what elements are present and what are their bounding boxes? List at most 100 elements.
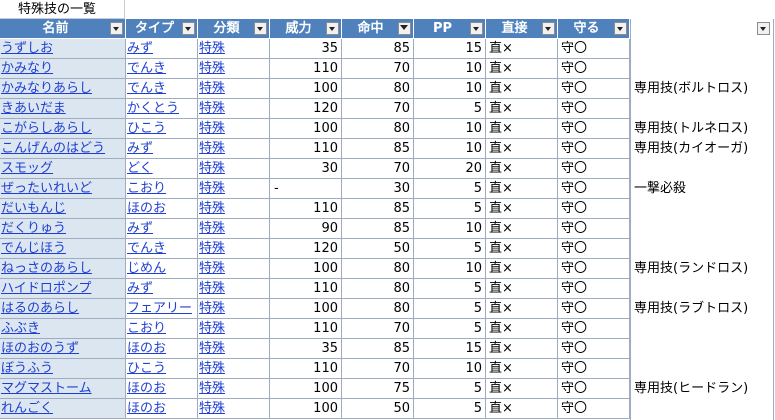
cell-protect: 守〇: [558, 139, 630, 159]
cell-name[interactable]: スモッグ: [0, 159, 126, 179]
dropdown-arrow-icon[interactable]: [470, 22, 483, 35]
cell-category[interactable]: 特殊: [198, 119, 270, 139]
cell-type[interactable]: みず: [126, 139, 198, 159]
cell-type[interactable]: でんき: [126, 59, 198, 79]
cell-power: 110: [270, 359, 342, 379]
cell-category[interactable]: 特殊: [198, 179, 270, 199]
cell-pp: 10: [414, 139, 486, 159]
cell-category[interactable]: 特殊: [198, 379, 270, 399]
cell-category[interactable]: 特殊: [198, 339, 270, 359]
cell-category[interactable]: 特殊: [198, 239, 270, 259]
cell-name[interactable]: こがらしあらし: [0, 119, 126, 139]
cell-accuracy: 80: [342, 299, 414, 319]
cell-protect: 守〇: [558, 79, 630, 99]
cell-name[interactable]: でんじほう: [0, 239, 126, 259]
header-label: タイプ: [134, 21, 174, 36]
filter-icon[interactable]: [398, 22, 411, 35]
cell-type[interactable]: こおり: [126, 179, 198, 199]
cell-name[interactable]: ほのおのうず: [0, 339, 126, 359]
cell-category[interactable]: 特殊: [198, 159, 270, 179]
cell-name[interactable]: かみなりあらし: [0, 79, 126, 99]
cell-category[interactable]: 特殊: [198, 39, 270, 59]
cell-name[interactable]: だくりゅう: [0, 219, 126, 239]
cell-name[interactable]: だいもんじ: [0, 199, 126, 219]
cell-category[interactable]: 特殊: [198, 399, 270, 419]
cell-type[interactable]: かくとう: [126, 99, 198, 119]
title-bar: 特殊技の一覧: [0, 0, 775, 20]
cell-type[interactable]: でんき: [126, 79, 198, 99]
cell-protect: 守〇: [558, 119, 630, 139]
cell-accuracy: 70: [342, 159, 414, 179]
cell-pp: 10: [414, 119, 486, 139]
cell-name[interactable]: ふぶき: [0, 319, 126, 339]
cell-category[interactable]: 特殊: [198, 219, 270, 239]
dropdown-arrow-icon[interactable]: [254, 22, 267, 35]
cell-name[interactable]: ねっさのあらし: [0, 259, 126, 279]
cell-contact: 直×: [486, 99, 558, 119]
cell-protect: 守〇: [558, 59, 630, 79]
cell-category[interactable]: 特殊: [198, 359, 270, 379]
cell-name[interactable]: ハイドロポンプ: [0, 279, 126, 299]
cell-type[interactable]: ほのお: [126, 379, 198, 399]
header-label: 名前: [42, 21, 69, 36]
cell-power: 35: [270, 339, 342, 359]
cell-name[interactable]: れんごく: [0, 399, 126, 419]
cell-category[interactable]: 特殊: [198, 259, 270, 279]
cell-contact: 直×: [486, 139, 558, 159]
cell-type[interactable]: こおり: [126, 319, 198, 339]
cell-contact: 直×: [486, 279, 558, 299]
row-note: 専用技(ラブトロス): [634, 301, 749, 316]
cell-category[interactable]: 特殊: [198, 59, 270, 79]
header-type: タイプ: [126, 19, 198, 39]
cell-category[interactable]: 特殊: [198, 299, 270, 319]
cell-accuracy: 70: [342, 59, 414, 79]
cell-type[interactable]: じめん: [126, 259, 198, 279]
cell-contact: 直×: [486, 159, 558, 179]
cell-pp: 15: [414, 339, 486, 359]
cell-name[interactable]: うずしお: [0, 39, 126, 59]
cell-protect: 守〇: [558, 399, 630, 419]
cell-contact: 直×: [486, 359, 558, 379]
cell-contact: 直×: [486, 59, 558, 79]
dropdown-arrow-icon[interactable]: [110, 22, 123, 35]
cell-name[interactable]: きあいだま: [0, 99, 126, 119]
cell-type[interactable]: みず: [126, 279, 198, 299]
cell-pp: 20: [414, 159, 486, 179]
cell-category[interactable]: 特殊: [198, 139, 270, 159]
dropdown-arrow-icon[interactable]: [326, 22, 339, 35]
cell-type[interactable]: ほのお: [126, 339, 198, 359]
dropdown-arrow-icon[interactable]: [182, 22, 195, 35]
cell-category[interactable]: 特殊: [198, 99, 270, 119]
cell-pp: 5: [414, 199, 486, 219]
cell-category[interactable]: 特殊: [198, 199, 270, 219]
cell-name[interactable]: ぼうふう: [0, 359, 126, 379]
dropdown-arrow-icon[interactable]: [614, 22, 627, 35]
cell-type[interactable]: みず: [126, 219, 198, 239]
header-protect: 守る: [558, 19, 630, 39]
dropdown-arrow-icon[interactable]: [757, 22, 770, 35]
cell-name[interactable]: はるのあらし: [0, 299, 126, 319]
dropdown-arrow-icon[interactable]: [542, 22, 555, 35]
cell-contact: 直×: [486, 299, 558, 319]
cell-type[interactable]: どく: [126, 159, 198, 179]
cell-type[interactable]: フェアリー: [126, 299, 198, 319]
cell-name[interactable]: ぜったいれいど: [0, 179, 126, 199]
cell-pp: 15: [414, 39, 486, 59]
cell-name[interactable]: こんげんのはどう: [0, 139, 126, 159]
cell-pp: 10: [414, 259, 486, 279]
cell-type[interactable]: ほのお: [126, 199, 198, 219]
cell-accuracy: 50: [342, 399, 414, 419]
cell-type[interactable]: みず: [126, 39, 198, 59]
cell-category[interactable]: 特殊: [198, 319, 270, 339]
cell-type[interactable]: ほのお: [126, 399, 198, 419]
cell-category[interactable]: 特殊: [198, 279, 270, 299]
cell-type[interactable]: でんき: [126, 239, 198, 259]
cell-name[interactable]: マグマストーム: [0, 379, 126, 399]
cell-accuracy: 70: [342, 99, 414, 119]
cell-accuracy: 80: [342, 279, 414, 299]
cell-name[interactable]: かみなり: [0, 59, 126, 79]
cell-type[interactable]: ひこう: [126, 119, 198, 139]
cell-type[interactable]: ひこう: [126, 359, 198, 379]
cell-category[interactable]: 特殊: [198, 79, 270, 99]
cell-power: 110: [270, 59, 342, 79]
